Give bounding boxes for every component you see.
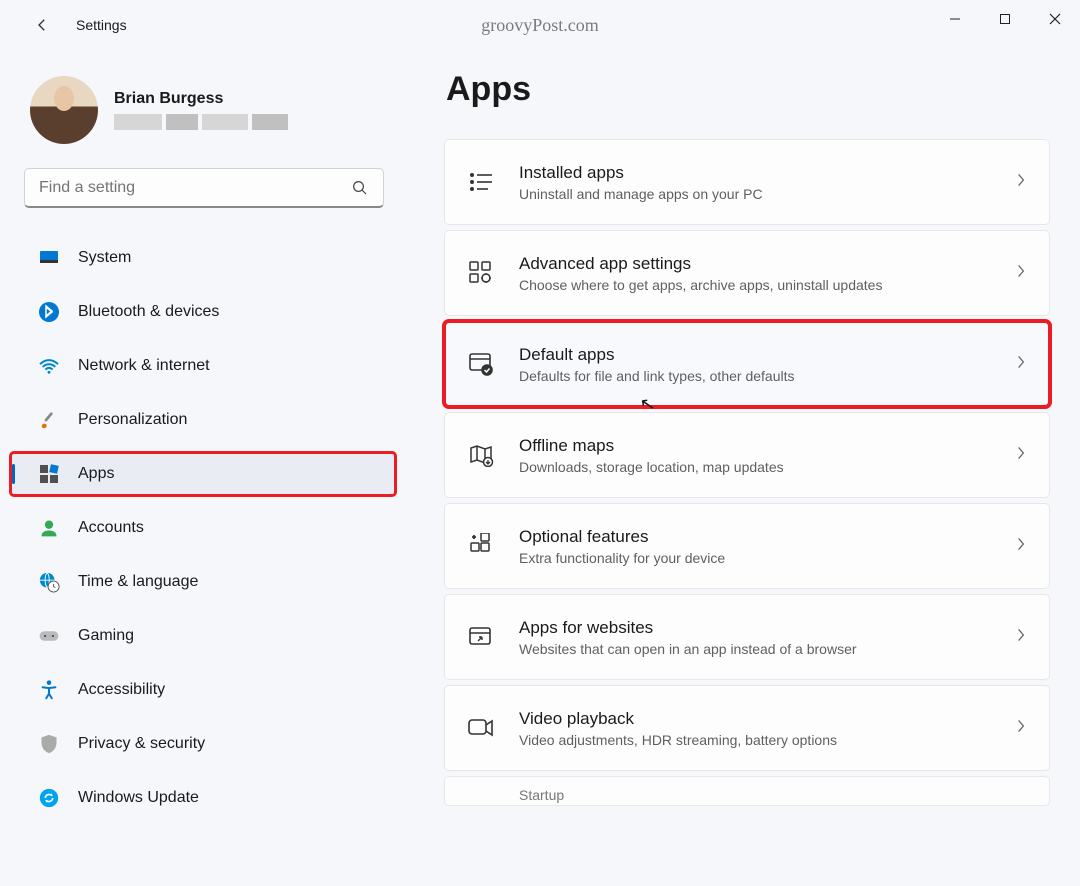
card-title: Video playback: [519, 709, 991, 729]
sidebar-item-label: Apps: [78, 465, 114, 483]
minimize-button[interactable]: [930, 0, 980, 38]
user-block[interactable]: Brian Burgess: [24, 76, 390, 144]
arrow-left-icon: [33, 16, 51, 34]
page-title: Apps: [446, 70, 1050, 109]
bluetooth-icon: [38, 301, 60, 323]
system-icon: [38, 247, 60, 269]
sidebar: Brian Burgess System Bluetooth & devices…: [0, 76, 400, 830]
sidebar-item-time[interactable]: Time & language: [24, 560, 390, 604]
sidebar-item-accessibility[interactable]: Accessibility: [24, 668, 390, 712]
card-video-playback[interactable]: Video playback Video adjustments, HDR st…: [444, 685, 1050, 771]
card-startup[interactable]: Startup: [444, 776, 1050, 806]
accessibility-icon: [38, 679, 60, 701]
window-link-icon: [467, 623, 495, 651]
wifi-icon: [38, 355, 60, 377]
chevron-right-icon: [1015, 445, 1027, 466]
maximize-button[interactable]: [980, 0, 1030, 38]
user-email-redacted: [114, 114, 288, 130]
card-subtitle: Video adjustments, HDR streaming, batter…: [519, 732, 991, 748]
card-title: Optional features: [519, 527, 991, 547]
user-name: Brian Burgess: [114, 90, 288, 108]
card-title: Default apps: [519, 345, 991, 365]
grid-gear-icon: [467, 259, 495, 287]
sidebar-item-apps[interactable]: Apps: [10, 452, 396, 496]
person-icon: [38, 517, 60, 539]
card-title: Advanced app settings: [519, 254, 991, 274]
card-offline-maps[interactable]: Offline maps Downloads, storage location…: [444, 412, 1050, 498]
sidebar-item-network[interactable]: Network & internet: [24, 344, 390, 388]
list-icon: [467, 168, 495, 196]
gamepad-icon: [38, 625, 60, 647]
card-apps-for-websites[interactable]: Apps for websites Websites that can open…: [444, 594, 1050, 680]
window-controls: [930, 0, 1080, 38]
sidebar-item-privacy[interactable]: Privacy & security: [24, 722, 390, 766]
shield-icon: [38, 733, 60, 755]
window-title: Settings: [76, 17, 127, 33]
sidebar-item-label: Gaming: [78, 627, 134, 645]
card-subtitle: Defaults for file and link types, other …: [519, 368, 991, 384]
card-subtitle: Extra functionality for your device: [519, 550, 991, 566]
main-content: Apps Installed apps Uninstall and manage…: [444, 70, 1050, 886]
brush-icon: [38, 409, 60, 431]
card-title: Apps for websites: [519, 618, 991, 638]
chevron-right-icon: [1015, 172, 1027, 193]
sidebar-item-system[interactable]: System: [24, 236, 390, 280]
sidebar-item-label: Windows Update: [78, 789, 199, 807]
close-button[interactable]: [1030, 0, 1080, 38]
back-button[interactable]: [24, 7, 60, 43]
card-title: Startup: [519, 787, 1027, 803]
avatar: [30, 76, 98, 144]
sidebar-item-label: Bluetooth & devices: [78, 303, 219, 321]
chevron-right-icon: [1015, 354, 1027, 375]
chevron-right-icon: [1015, 627, 1027, 648]
card-subtitle: Uninstall and manage apps on your PC: [519, 186, 991, 202]
card-installed-apps[interactable]: Installed apps Uninstall and manage apps…: [444, 139, 1050, 225]
sidebar-item-accounts[interactable]: Accounts: [24, 506, 390, 550]
globe-clock-icon: [38, 571, 60, 593]
card-subtitle: Downloads, storage location, map updates: [519, 459, 991, 475]
sidebar-item-label: Network & internet: [78, 357, 210, 375]
sidebar-item-label: Accessibility: [78, 681, 165, 699]
sidebar-item-label: Accounts: [78, 519, 144, 537]
startup-icon: [467, 777, 495, 805]
chevron-right-icon: [1015, 536, 1027, 557]
card-advanced-app-settings[interactable]: Advanced app settings Choose where to ge…: [444, 230, 1050, 316]
search-icon: [351, 179, 369, 197]
card-default-apps[interactable]: Default apps Defaults for file and link …: [444, 321, 1050, 407]
sidebar-item-personalization[interactable]: Personalization: [24, 398, 390, 442]
window-check-icon: [467, 350, 495, 378]
map-icon: [467, 441, 495, 469]
sidebar-item-label: System: [78, 249, 131, 267]
card-title: Offline maps: [519, 436, 991, 456]
card-title: Installed apps: [519, 163, 991, 183]
card-subtitle: Websites that can open in an app instead…: [519, 641, 991, 657]
sidebar-item-update[interactable]: Windows Update: [24, 776, 390, 820]
chevron-right-icon: [1015, 263, 1027, 284]
sidebar-item-label: Personalization: [78, 411, 187, 429]
search-input[interactable]: [39, 179, 351, 197]
card-optional-features[interactable]: Optional features Extra functionality fo…: [444, 503, 1050, 589]
apps-icon: [38, 463, 60, 485]
search-box[interactable]: [24, 168, 384, 208]
card-subtitle: Choose where to get apps, archive apps, …: [519, 277, 991, 293]
card-list: Installed apps Uninstall and manage apps…: [444, 139, 1050, 806]
sidebar-item-label: Privacy & security: [78, 735, 205, 753]
watermark-text: groovyPost.com: [481, 15, 599, 36]
title-bar: Settings groovyPost.com: [0, 0, 1080, 50]
update-icon: [38, 787, 60, 809]
nav-list: System Bluetooth & devices Network & int…: [24, 236, 390, 820]
puzzle-plus-icon: [467, 532, 495, 560]
chevron-right-icon: [1015, 718, 1027, 739]
sidebar-item-label: Time & language: [78, 573, 198, 591]
sidebar-item-gaming[interactable]: Gaming: [24, 614, 390, 658]
sidebar-item-bluetooth[interactable]: Bluetooth & devices: [24, 290, 390, 334]
video-icon: [467, 714, 495, 742]
